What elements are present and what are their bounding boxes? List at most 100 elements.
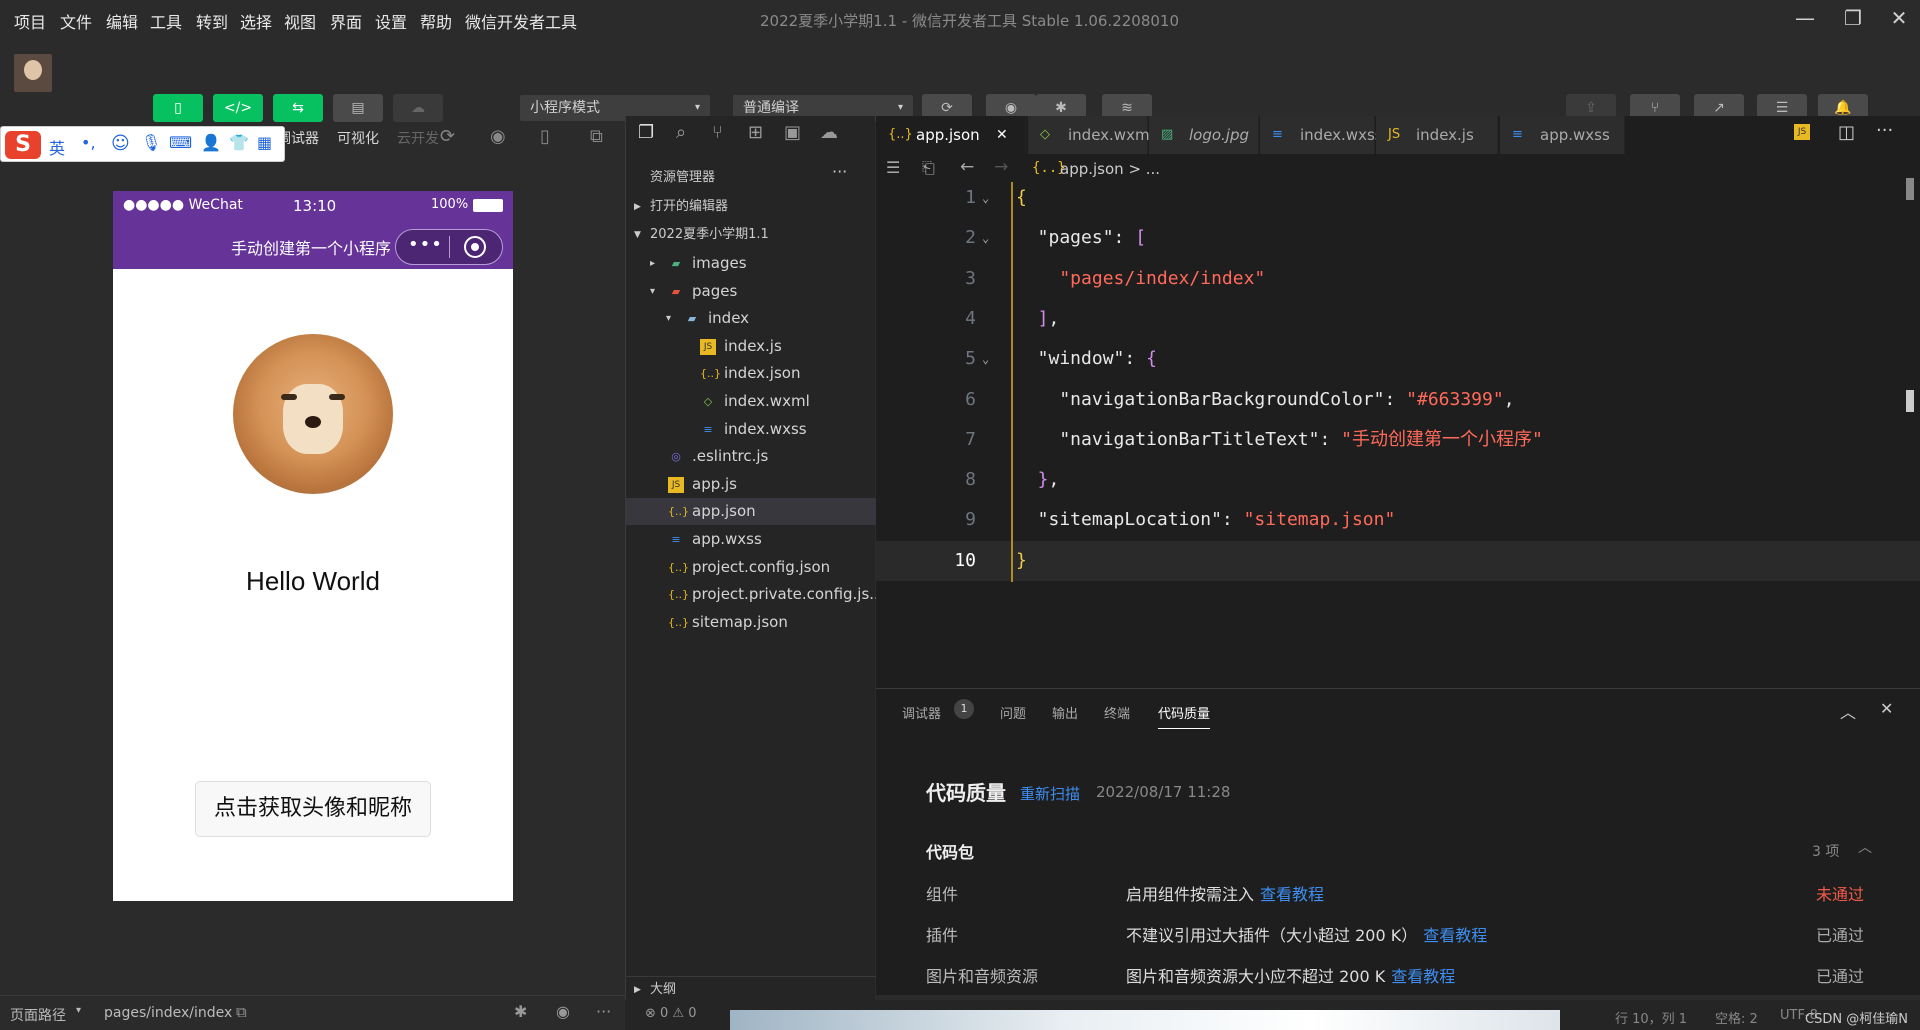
file-tree-item[interactable]: ◇ index.wxml xyxy=(626,388,876,415)
split-editor-icon[interactable]: ◫ xyxy=(1838,122,1855,143)
menu-item[interactable]: 文件 xyxy=(60,9,92,33)
panel-tab[interactable]: 问题 xyxy=(1000,703,1026,722)
avatar[interactable] xyxy=(14,54,52,92)
restore-button[interactable]: ❐ xyxy=(1838,6,1868,32)
scrollbar-marker[interactable] xyxy=(1906,390,1914,412)
project-section[interactable]: ▼ 2022夏季小学期1.1 xyxy=(626,222,876,248)
breadcrumb[interactable]: app.json > ... xyxy=(1060,160,1160,178)
editor-tab[interactable]: ▨ logo.jpg xyxy=(1149,116,1259,154)
menu-item[interactable]: 设置 xyxy=(375,9,407,33)
code-line[interactable]: 9 "sitemapLocation": "sitemap.json" xyxy=(876,500,1920,540)
menu-item[interactable]: 项目 xyxy=(14,9,46,33)
json-file-icon: {..} xyxy=(668,615,689,629)
rotate-icon[interactable]: ⟳ xyxy=(440,126,455,147)
fold-chevron-icon[interactable]: ⌄ xyxy=(982,339,989,379)
copy-icon[interactable]: ⧉ xyxy=(236,1003,247,1021)
code-line[interactable]: 4 ], xyxy=(876,299,1920,339)
file-tree-item[interactable]: ≡ app.wxss xyxy=(626,526,876,553)
code-line[interactable]: 3 "pages/index/index" xyxy=(876,259,1920,299)
panel-tab[interactable]: 调试器 xyxy=(902,703,941,722)
open-editors-section[interactable]: ▶ 打开的编辑器 xyxy=(626,194,876,220)
editor-tab[interactable]: ≡ index.wxss xyxy=(1260,116,1383,154)
menu-item[interactable]: 选择 xyxy=(240,9,272,33)
file-tree-item[interactable]: ≡ index.wxss xyxy=(626,416,876,443)
cursor-position[interactable]: 行 10，列 1 xyxy=(1615,1008,1687,1027)
back-icon[interactable]: ← xyxy=(960,157,974,177)
docker-icon[interactable]: ☁ xyxy=(820,122,838,143)
more-actions-icon[interactable]: ··· xyxy=(1876,120,1893,141)
code-line[interactable]: 10} xyxy=(876,540,1920,581)
notification-banner[interactable] xyxy=(730,1010,1560,1030)
explorer-more-icon[interactable]: ··· xyxy=(832,162,847,181)
file-tree-item[interactable]: {..} app.json xyxy=(626,498,876,526)
tutorial-link[interactable]: 查看教程 xyxy=(1423,926,1487,945)
search-icon[interactable]: ⌕ xyxy=(676,122,686,143)
file-tree-item[interactable]: {..} index.json xyxy=(626,360,876,387)
fold-chevron-icon[interactable]: ⌄ xyxy=(982,178,989,218)
code-line[interactable]: 5 ⌄ "window": { xyxy=(876,339,1920,379)
file-tree-item[interactable]: {..} project.private.config.js... xyxy=(626,581,884,608)
scrollbar-thumb[interactable] xyxy=(1906,178,1914,200)
menu-item[interactable]: 界面 xyxy=(330,9,362,33)
close-capsule-icon[interactable] xyxy=(464,236,486,258)
more-icon[interactable]: ··· xyxy=(596,1002,611,1021)
tutorial-link[interactable]: 查看教程 xyxy=(1260,885,1324,904)
code-line[interactable]: 7 "navigationBarTitleText": "手动创建第一个小程序" xyxy=(876,420,1920,460)
window-icon[interactable]: ⧉ xyxy=(590,126,603,147)
bookmark-icon[interactable]: ⎗ xyxy=(922,158,935,178)
editor-tab[interactable]: {..} app.json ✕ xyxy=(876,116,1026,154)
code-line[interactable]: 6 "navigationBarBackgroundColor": "#6633… xyxy=(876,380,1920,420)
menu-item[interactable]: 工具 xyxy=(150,9,182,33)
menu-item[interactable]: 微信开发者工具 xyxy=(465,9,577,33)
editor-tab[interactable]: ◇ index.wxml xyxy=(1028,116,1154,154)
chevron-up-icon[interactable]: ︿ xyxy=(1858,837,1872,857)
file-tree-item[interactable]: {..} project.config.json xyxy=(626,554,876,581)
panel-tab[interactable]: 输出 xyxy=(1052,703,1078,722)
js-icon[interactable]: JS xyxy=(1794,124,1810,140)
file-tree-item[interactable]: ▾ ▰ pages xyxy=(626,278,876,305)
menu-item[interactable]: 帮助 xyxy=(420,9,452,33)
rescan-link[interactable]: 重新扫描 xyxy=(1020,783,1080,804)
file-tree-item[interactable]: ◎ .eslintrc.js xyxy=(626,443,876,470)
collapse-panel-icon[interactable]: ︿ xyxy=(1840,699,1856,723)
menu-item[interactable]: 转到 xyxy=(196,9,228,33)
files-icon[interactable]: ❐ xyxy=(638,122,654,143)
editor-tab[interactable]: JS index.js xyxy=(1376,116,1498,154)
close-panel-icon[interactable]: ✕ xyxy=(1880,699,1893,718)
close-tab-icon[interactable]: ✕ xyxy=(996,116,1008,154)
menu-item[interactable]: 编辑 xyxy=(106,9,138,33)
editor-tab[interactable]: ≡ app.wxss xyxy=(1500,116,1625,154)
problems-count[interactable]: ⊗ 0 ⚠ 0 xyxy=(645,1006,697,1021)
file-tree-item[interactable]: JS index.js xyxy=(626,333,876,360)
outline-section[interactable]: ▶ 大纲 xyxy=(626,976,876,1002)
eye-icon[interactable]: ◉ xyxy=(556,1002,570,1021)
indent-setting[interactable]: 空格: 2 xyxy=(1715,1008,1758,1027)
tutorial-link[interactable]: 查看教程 xyxy=(1391,967,1455,986)
code-line[interactable]: 8 }, xyxy=(876,460,1920,500)
git-icon[interactable]: ⑂ xyxy=(712,122,723,143)
file-tree-item[interactable]: JS app.js xyxy=(626,471,876,498)
code-line[interactable]: 2 ⌄ "pages": [ xyxy=(876,218,1920,258)
panel-icon[interactable]: ▣ xyxy=(784,122,801,143)
get-profile-button[interactable]: 点击获取头像和昵称 xyxy=(195,781,431,837)
menu-item[interactable]: 视图 xyxy=(284,9,316,33)
more-dots-icon[interactable]: ••• xyxy=(408,234,443,255)
close-window-button[interactable]: ✕ xyxy=(1884,6,1914,32)
device-icon[interactable]: ▯ xyxy=(540,126,550,147)
bug-icon[interactable]: ✱ xyxy=(514,1002,527,1021)
extensions-icon[interactable]: ⊞ xyxy=(748,122,763,143)
file-tree-item[interactable]: ▸ ▰ images xyxy=(626,250,876,277)
stop-icon[interactable]: ◉ xyxy=(490,126,506,147)
forward-icon[interactable]: → xyxy=(994,157,1008,177)
chevron-down-icon[interactable]: ▾ xyxy=(76,1005,81,1016)
file-tree-item[interactable]: {..} sitemap.json xyxy=(626,609,876,636)
panel-tab[interactable]: 终端 xyxy=(1104,703,1130,722)
minimize-button[interactable]: — xyxy=(1790,6,1820,32)
capsule-menu[interactable]: ••• xyxy=(395,229,503,265)
page-path-label[interactable]: 页面路径 xyxy=(10,1005,66,1025)
fold-chevron-icon[interactable]: ⌄ xyxy=(982,218,989,258)
code-line[interactable]: 1 ⌄ { xyxy=(876,178,1920,218)
file-tree-item[interactable]: ▾ ▰ index xyxy=(626,305,876,332)
list-icon[interactable]: ☰ xyxy=(886,158,900,177)
panel-tab[interactable]: 代码质量 xyxy=(1158,703,1211,729)
